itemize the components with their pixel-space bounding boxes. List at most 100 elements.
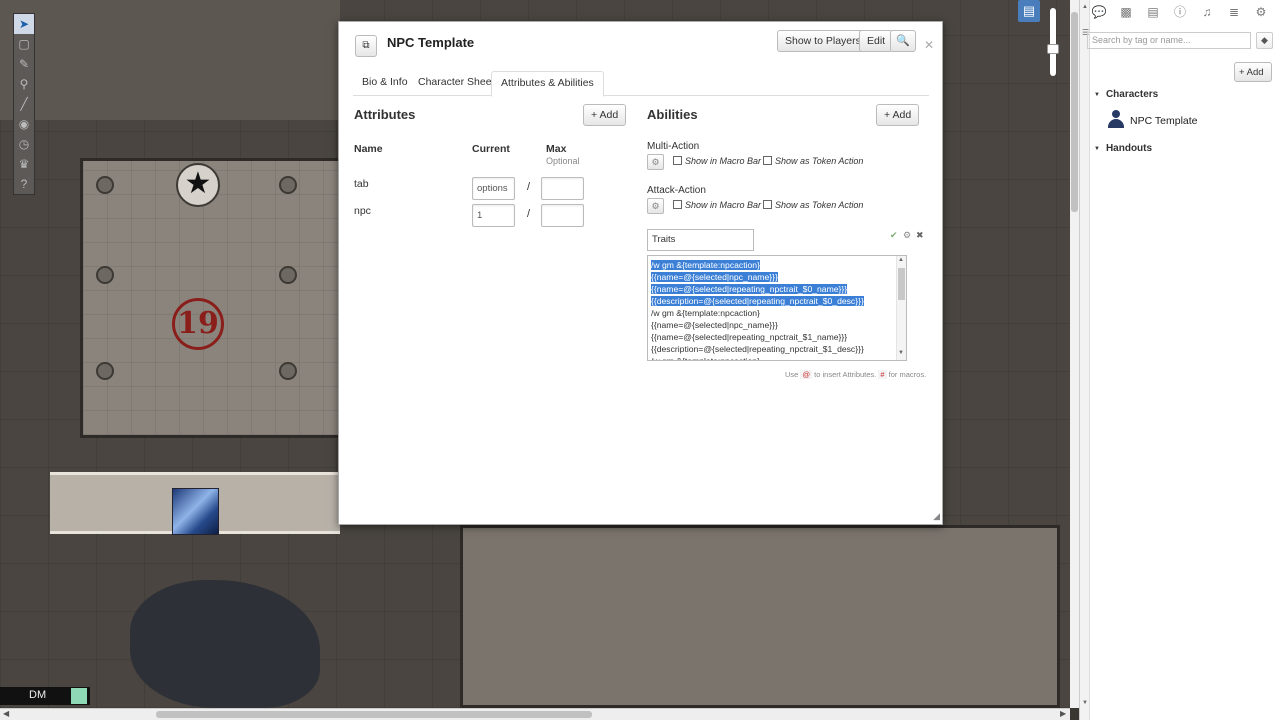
dialog-tabs: Bio & Info Character Sheet Attributes & …	[353, 71, 929, 97]
popout-icon[interactable]: ⧉	[355, 35, 377, 57]
gear-icon[interactable]: ⚙	[647, 198, 664, 214]
list-icon[interactable]: ≣	[1225, 4, 1243, 20]
help-icon[interactable]: ?	[14, 174, 34, 194]
folder-characters[interactable]: ▼ Characters	[1094, 89, 1158, 100]
cube-icon[interactable]: ▢	[14, 34, 34, 54]
tab-attributes-abilities[interactable]: Attributes & Abilities	[491, 71, 604, 97]
map-pool	[130, 580, 320, 708]
tag-icon[interactable]: ◆	[1256, 32, 1273, 49]
macro-line[interactable]: {{description=@{selected|repeating_npctr…	[651, 343, 897, 355]
macro-scrollbar[interactable]: ▲ ▼	[896, 256, 906, 360]
tool-bar: ➤ ▢ ✎ ⚲ ╱ ◉ ◷ ♛ ?	[13, 13, 35, 195]
folder-handouts[interactable]: ▼ Handouts	[1094, 143, 1152, 154]
close-icon[interactable]: ✕	[924, 38, 934, 52]
journal-search-input[interactable]: Search by tag or name...	[1087, 32, 1251, 49]
scroll-up-icon[interactable]: ▲	[898, 257, 904, 263]
attribute-current-input[interactable]: 1	[472, 204, 515, 227]
resize-handle-icon[interactable]: ◢	[933, 511, 940, 522]
rivet	[279, 176, 297, 194]
macro-line[interactable]: /w gm &{template:npcaction}	[651, 259, 897, 271]
player-name[interactable]: DM	[29, 689, 46, 701]
checkbox-box[interactable]	[763, 200, 772, 209]
tab-bio-info[interactable]: Bio & Info	[353, 71, 417, 96]
token-action-checkbox[interactable]: Show as Token Action	[763, 156, 863, 166]
checkbox-box[interactable]	[763, 156, 772, 165]
token-action-checkbox[interactable]: Show as Token Action	[763, 200, 863, 210]
macro-line[interactable]: /w gm &{template:npcaction}	[651, 355, 897, 360]
macro-line[interactable]: {{name=@{selected|npc_name}}}	[651, 319, 897, 331]
gear-icon[interactable]: ⚙	[647, 154, 664, 170]
character-token[interactable]	[172, 488, 219, 535]
zoom-slider-knob[interactable]	[1047, 44, 1059, 54]
checkbox-box[interactable]	[673, 156, 682, 165]
crown-icon[interactable]: ♛	[14, 154, 34, 174]
attribute-name[interactable]: npc	[354, 205, 371, 217]
ruler-icon[interactable]: ╱	[14, 94, 34, 114]
edit-button[interactable]: Edit	[859, 30, 894, 52]
add-journal-button[interactable]: + Add	[1234, 62, 1272, 82]
vertical-scrollbar[interactable]	[1070, 0, 1079, 708]
col-current: Current	[472, 143, 510, 155]
confirm-icon[interactable]: ✔	[890, 230, 898, 241]
scroll-left-icon[interactable]: ◀	[3, 709, 9, 718]
tab-character-sheet[interactable]: Character Sheet	[409, 71, 503, 96]
macro-line[interactable]: {{name=@{selected|repeating_npctrait_$1_…	[651, 331, 897, 343]
info-icon[interactable]: ⓘ	[1171, 4, 1189, 20]
add-ability-button[interactable]: + Add	[876, 104, 920, 126]
chevron-down-icon[interactable]: ▼	[1094, 92, 1100, 98]
scrollbar-thumb[interactable]	[898, 268, 905, 300]
checkbox-box[interactable]	[673, 200, 682, 209]
show-to-players-button[interactable]: Show to Players	[777, 30, 869, 52]
character-icon	[1108, 110, 1124, 128]
macro-bar-label: Show in Macro Bar	[685, 200, 762, 210]
gear-icon[interactable]: ⚙	[903, 230, 911, 241]
hint-attributes: to insert Attributes.	[814, 370, 877, 379]
scrollbar-thumb[interactable]	[156, 711, 592, 718]
pencil-icon[interactable]: ✎	[14, 54, 34, 74]
col-name: Name	[354, 143, 383, 155]
search-icon[interactable]: 🔍	[890, 30, 916, 52]
player-color-swatch[interactable]	[71, 688, 87, 704]
ability-name[interactable]: Attack-Action	[647, 185, 706, 196]
macro-bar-checkbox[interactable]: Show in Macro Bar	[673, 156, 761, 166]
chat-icon[interactable]: 💬	[1090, 4, 1108, 20]
settings-icon[interactable]: ⚙	[1252, 4, 1270, 20]
macro-line[interactable]: {{name=@{selected|npc_name}}}	[651, 271, 897, 283]
select-icon[interactable]: ➤	[14, 14, 34, 34]
eye-icon[interactable]: ◉	[14, 114, 34, 134]
horizontal-scrollbar[interactable]: ◀ ▶	[0, 708, 1070, 720]
macro-line[interactable]: {{description=@{selected|repeating_npctr…	[651, 295, 897, 307]
macro-hint: Use @ to insert Attributes. # for macros…	[785, 370, 926, 379]
macro-text[interactable]: /w gm &{template:npcaction} {{name=@{sele…	[651, 259, 897, 360]
zoom-icon[interactable]: ⚲	[14, 74, 34, 94]
scroll-down-icon[interactable]: ▼	[1082, 700, 1088, 706]
scroll-down-icon[interactable]: ▼	[898, 350, 904, 356]
ability-name[interactable]: Multi-Action	[647, 141, 699, 152]
macro-textarea[interactable]: /w gm &{template:npcaction} {{name=@{sele…	[647, 255, 907, 361]
player-bar: DM	[0, 687, 90, 705]
token-action-label: Show as Token Action	[775, 156, 864, 166]
attribute-current-input[interactable]: options	[472, 177, 515, 200]
character-dialog: ⧉ NPC Template Show to Players Edit 🔍 ✕ …	[338, 21, 943, 525]
jukebox-icon[interactable]: ♫	[1198, 4, 1216, 20]
hint-use: Use	[785, 370, 799, 379]
clock-icon[interactable]: ◷	[14, 134, 34, 154]
chevron-down-icon[interactable]: ▼	[1094, 146, 1100, 152]
add-attribute-button[interactable]: + Add	[583, 104, 627, 126]
macro-line[interactable]: /w gm &{template:npcaction}	[651, 307, 897, 319]
attribute-max-input[interactable]	[541, 177, 584, 200]
ability-name-input[interactable]: Traits	[647, 229, 754, 251]
attribute-name[interactable]: tab	[354, 178, 369, 190]
scroll-right-icon[interactable]: ▶	[1060, 709, 1066, 718]
art-icon[interactable]: ▩	[1117, 4, 1135, 20]
macro-bar-checkbox[interactable]: Show in Macro Bar	[673, 200, 761, 210]
delete-icon[interactable]: ✖	[916, 230, 924, 241]
macro-line[interactable]: {{name=@{selected|repeating_npctrait_$0_…	[651, 283, 897, 295]
journal-item-character[interactable]: NPC Template	[1108, 110, 1198, 128]
zoom-slider[interactable]	[1047, 8, 1059, 76]
journal-icon[interactable]: ▤	[1144, 4, 1162, 20]
sidebar-scrollbar[interactable]: ▲ ☰ ▼	[1080, 0, 1090, 720]
journal-icon[interactable]: ▤	[1018, 0, 1040, 22]
scrollbar-thumb[interactable]	[1071, 12, 1078, 212]
attribute-max-input[interactable]	[541, 204, 584, 227]
